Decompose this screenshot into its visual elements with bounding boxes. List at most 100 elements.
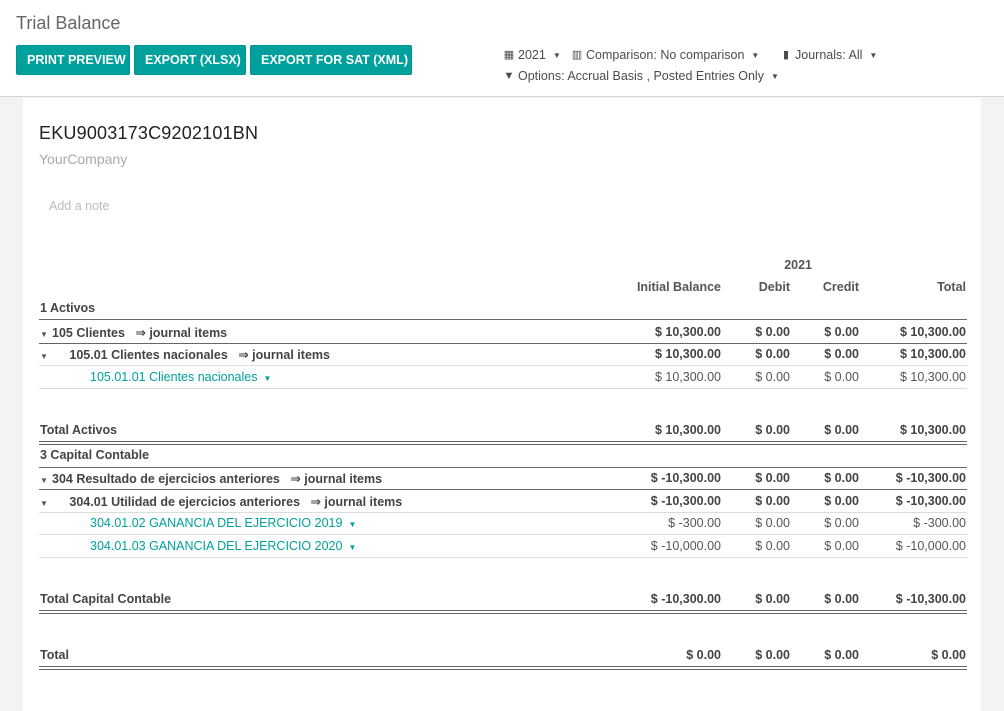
- section-header-capital-contable: 3 Capital Contable: [40, 448, 150, 462]
- cell-debit: $ 0.00: [755, 423, 790, 437]
- calendar-icon: ▦: [503, 49, 515, 61]
- cell-credit: $ 0.00: [824, 539, 859, 553]
- cell-debit: $ 0.00: [755, 494, 790, 508]
- company-vat: EKU9003173C9202101BN: [39, 123, 259, 143]
- journal-items-link[interactable]: ⇒ journal items: [238, 348, 330, 362]
- cell-credit: $ 0.00: [824, 423, 859, 437]
- cell-initial-balance: $ -10,300.00: [650, 494, 721, 508]
- cell-credit: $ 0.00: [824, 347, 859, 361]
- divider: [39, 343, 967, 344]
- cell-credit: $ 0.00: [824, 592, 859, 606]
- cell-initial-balance: $ -10,300.00: [650, 592, 721, 606]
- journal-items-link[interactable]: ⇒ journal items: [135, 326, 227, 340]
- cell-total: $ 0.00: [931, 648, 966, 662]
- cell-credit: $ 0.00: [824, 516, 859, 530]
- cell-initial-balance: $ -10,300.00: [650, 471, 721, 485]
- date-filter-label: 2021: [518, 48, 546, 62]
- cell-debit: $ 0.00: [755, 516, 790, 530]
- cell-credit: $ 0.00: [824, 325, 859, 339]
- double-divider: [39, 610, 967, 614]
- journals-filter[interactable]: ▮ Journals: All ▼: [780, 48, 877, 62]
- account-row-105-01-01[interactable]: 105.01.01 Clientes nacionales ▼: [90, 370, 271, 384]
- report-sheet: [23, 98, 981, 711]
- caret-down-icon: ▼: [770, 71, 779, 81]
- divider: [39, 467, 967, 468]
- book-icon: ▮: [782, 49, 790, 61]
- cell-debit: $ 0.00: [755, 370, 790, 384]
- column-initial-balance: Initial Balance: [636, 280, 721, 294]
- cell-initial-balance: $ 10,300.00: [654, 423, 721, 437]
- grand-total-label: Total: [40, 648, 69, 662]
- divider: [39, 489, 967, 490]
- account-row-105-01[interactable]: ▼ 105.01 Clientes nacionales ⇒ journal i…: [40, 347, 330, 362]
- caret-down-icon: ▼: [40, 330, 48, 339]
- options-filter[interactable]: ▼ Options: Accrual Basis , Posted Entrie…: [503, 69, 779, 83]
- date-filter[interactable]: ▦ 2021 ▼: [503, 48, 561, 62]
- caret-down-icon: ▼: [348, 520, 357, 529]
- divider: [39, 534, 967, 535]
- journal-items-link[interactable]: ⇒ journal items: [290, 472, 382, 486]
- caret-down-icon: ▼: [263, 374, 272, 383]
- comparison-filter-label: Comparison: No comparison: [586, 48, 745, 62]
- divider: [39, 512, 967, 513]
- divider: [39, 388, 967, 389]
- print-preview-button[interactable]: PRINT PREVIEW: [16, 45, 130, 75]
- cell-total: $ 10,300.00: [899, 347, 966, 361]
- export-xlsx-button[interactable]: EXPORT (XLSX): [134, 45, 246, 75]
- cell-total: $ -10,000.00: [895, 539, 966, 553]
- cell-initial-balance: $ 10,300.00: [654, 325, 721, 339]
- company-name: YourCompany: [39, 151, 128, 167]
- column-credit: Credit: [822, 280, 859, 294]
- cell-debit: $ 0.00: [755, 648, 790, 662]
- cell-debit: $ 0.00: [755, 471, 790, 485]
- caret-down-icon: ▼: [869, 50, 878, 60]
- cell-initial-balance: $ -300.00: [668, 516, 721, 530]
- comparison-filter[interactable]: ▥ Comparison: No comparison ▼: [571, 48, 760, 62]
- cell-total: $ -10,300.00: [895, 471, 966, 485]
- period-header: 2021: [784, 258, 812, 272]
- cell-debit: $ 0.00: [755, 325, 790, 339]
- account-row-105[interactable]: ▼ 105 Clientes ⇒ journal items: [40, 325, 227, 340]
- caret-down-icon: ▼: [348, 543, 357, 552]
- total-capital-contable-label: Total Capital Contable: [40, 592, 172, 606]
- divider: [39, 365, 967, 366]
- cell-credit: $ 0.00: [824, 471, 859, 485]
- divider: [39, 319, 967, 320]
- export-sat-xml-button[interactable]: EXPORT FOR SAT (XML): [250, 45, 412, 75]
- cell-debit: $ 0.00: [755, 539, 790, 553]
- account-row-304-01[interactable]: ▼ 304.01 Utilidad de ejercicios anterior…: [40, 494, 402, 509]
- caret-down-icon: ▼: [40, 499, 48, 508]
- cell-credit: $ 0.00: [824, 370, 859, 384]
- cell-total: $ -10,300.00: [895, 494, 966, 508]
- add-note-field[interactable]: Add a note: [49, 199, 109, 213]
- cell-total: $ -300.00: [913, 516, 966, 530]
- double-divider: [39, 441, 967, 445]
- cell-total: $ -10,300.00: [895, 592, 966, 606]
- divider: [39, 557, 967, 558]
- cell-total: $ 10,300.00: [899, 325, 966, 339]
- caret-down-icon: ▼: [40, 352, 48, 361]
- cell-initial-balance: $ 0.00: [686, 648, 721, 662]
- options-filter-label: Options: Accrual Basis , Posted Entries …: [518, 69, 764, 83]
- cell-initial-balance: $ 10,300.00: [654, 347, 721, 361]
- cell-credit: $ 0.00: [824, 648, 859, 662]
- account-row-304-01-02[interactable]: 304.01.02 GANANCIA DEL EJERCICIO 2019 ▼: [90, 516, 356, 530]
- section-header-activos: 1 Activos: [40, 301, 96, 315]
- cell-debit: $ 0.00: [755, 347, 790, 361]
- cell-initial-balance: $ 10,300.00: [654, 370, 721, 384]
- page-title: Trial Balance: [16, 13, 121, 33]
- double-divider: [39, 666, 967, 670]
- caret-down-icon: ▼: [40, 476, 48, 485]
- cell-initial-balance: $ -10,000.00: [650, 539, 721, 553]
- journal-items-link[interactable]: ⇒ journal items: [310, 495, 402, 509]
- account-row-304-01-03[interactable]: 304.01.03 GANANCIA DEL EJERCICIO 2020 ▼: [90, 539, 356, 553]
- journals-filter-label: Journals: All: [795, 48, 863, 62]
- cell-total: $ 10,300.00: [899, 370, 966, 384]
- cell-total: $ 10,300.00: [899, 423, 966, 437]
- bar-chart-icon: ▥: [571, 49, 583, 61]
- caret-down-icon: ▼: [552, 50, 561, 60]
- control-panel: Trial Balance PRINT PREVIEW EXPORT (XLSX…: [0, 0, 1004, 97]
- column-total: Total: [937, 280, 966, 294]
- cell-debit: $ 0.00: [755, 592, 790, 606]
- account-row-304[interactable]: ▼ 304 Resultado de ejercicios anteriores …: [40, 471, 382, 486]
